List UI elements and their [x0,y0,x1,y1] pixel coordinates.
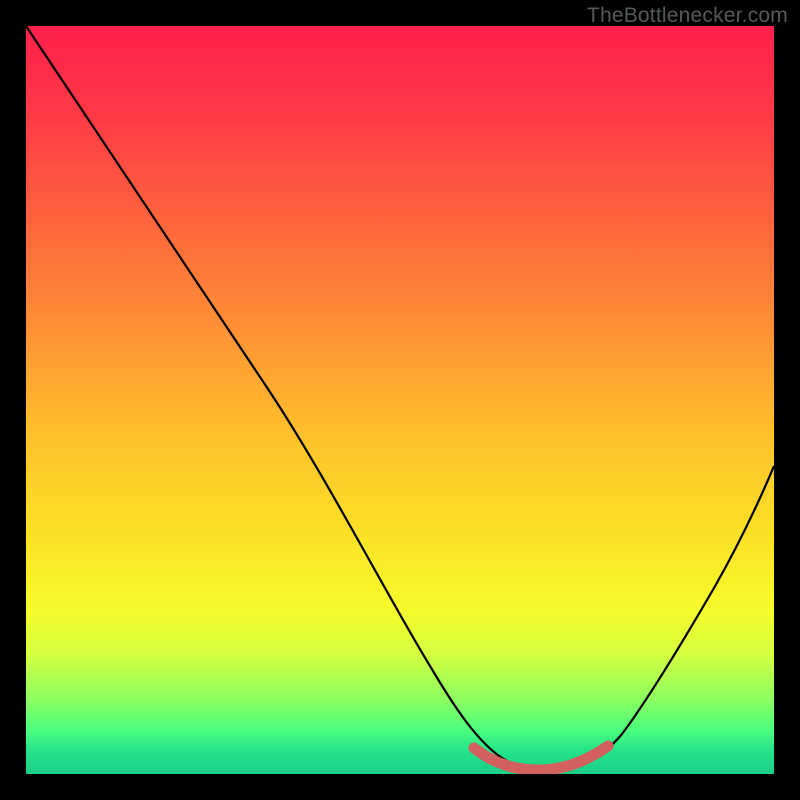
watermark-text: TheBottlenecker.com [587,4,788,28]
optimal-region-marker [474,746,608,770]
curve-layer [26,26,774,774]
bottleneck-curve [26,26,774,771]
chart-frame: TheBottlenecker.com [0,0,800,800]
plot-area [26,26,774,774]
